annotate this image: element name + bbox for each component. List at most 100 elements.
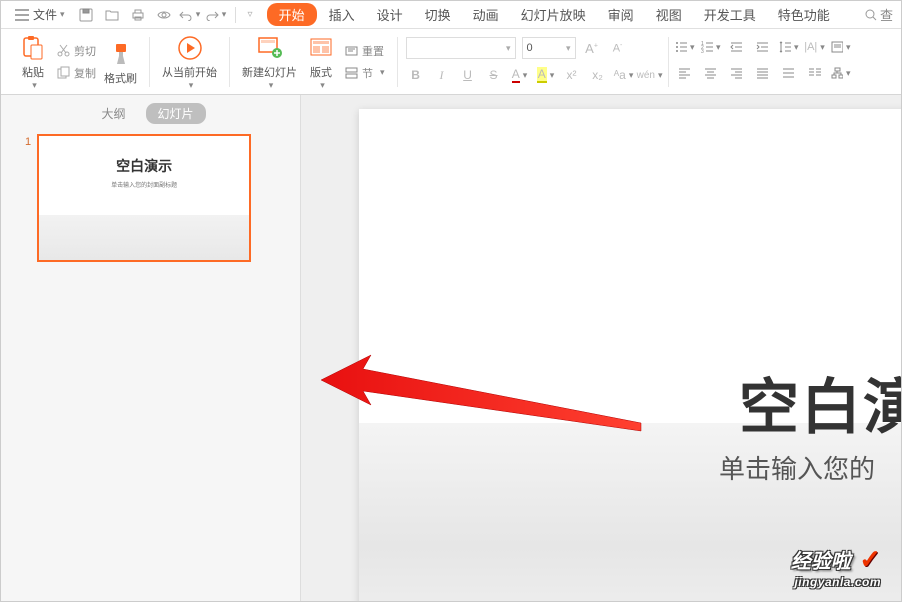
copy-button[interactable]: 复制 (53, 64, 100, 82)
subscript-button[interactable]: x₂ (588, 65, 608, 85)
font-group: ▾ 0▾ A+ A- B I U S A A x² x₂ ᴬa wén (400, 29, 666, 94)
align-text-button[interactable] (831, 37, 851, 57)
save-icon[interactable] (75, 4, 97, 26)
section-button[interactable]: 节 (341, 64, 389, 82)
from-current-button[interactable]: 从当前开始 (158, 32, 221, 91)
tab-features[interactable]: 特色功能 (768, 1, 840, 28)
align-left-icon (678, 67, 691, 79)
canvas[interactable]: 空白演 单击输入您的 经验啦 ✓ jingyanla.com (301, 95, 901, 601)
valign-icon (831, 41, 843, 53)
tab-review[interactable]: 审阅 (598, 1, 644, 28)
strike-button[interactable]: S (484, 65, 504, 85)
columns-button[interactable] (805, 63, 825, 83)
open-icon[interactable] (101, 4, 123, 26)
slide[interactable]: 空白演 单击输入您的 (359, 109, 901, 601)
divider (235, 7, 236, 23)
thumb-title: 空白演示 (116, 156, 172, 176)
undo-icon[interactable] (179, 4, 201, 26)
line-spacing-button[interactable] (779, 37, 799, 57)
italic-button[interactable]: I (432, 65, 452, 85)
slide-subtitle[interactable]: 单击输入您的 (719, 449, 875, 486)
align-left-button[interactable] (675, 63, 695, 83)
font-size-select[interactable]: 0▾ (522, 37, 576, 59)
tab-view[interactable]: 视图 (646, 1, 692, 28)
workspace: 大纲 幻灯片 1 空白演示 单击输入您的封面副标题 空白演 单击输入您的 (1, 95, 901, 601)
tab-transition[interactable]: 切换 (415, 1, 461, 28)
numbering-icon: 123 (701, 41, 713, 53)
search-area[interactable]: 查 (864, 5, 893, 24)
smartart-button[interactable] (831, 63, 851, 83)
distribute-icon (782, 67, 795, 79)
text-direction-button[interactable]: |A| (805, 37, 825, 57)
preview-icon[interactable] (153, 4, 175, 26)
tab-devtools[interactable]: 开发工具 (694, 1, 766, 28)
clipboard-group: 粘贴 剪切 复制 格式刷 (7, 29, 147, 94)
increase-indent-button[interactable] (753, 37, 773, 57)
pinyin-button[interactable]: wén (640, 65, 660, 85)
justify-button[interactable] (753, 63, 773, 83)
thumbnail-area: 1 空白演示 单击输入您的封面副标题 (1, 134, 300, 262)
tab-insert[interactable]: 插入 (319, 1, 365, 28)
decrease-font-button[interactable]: A- (608, 38, 628, 58)
slides-tab[interactable]: 幻灯片 (146, 103, 206, 124)
format-painter-button[interactable]: 格式刷 (100, 38, 141, 86)
copy-label: 复制 (74, 65, 96, 81)
thumb-subtitle: 单击输入您的封面副标题 (111, 180, 177, 189)
tab-design[interactable]: 设计 (367, 1, 413, 28)
decrease-indent-button[interactable] (727, 37, 747, 57)
svg-text:3: 3 (701, 49, 704, 53)
outline-tab[interactable]: 大纲 (95, 103, 131, 124)
new-slide-label: 新建幻灯片 (242, 64, 297, 80)
paste-button[interactable]: 粘贴 (13, 32, 53, 91)
scissors-icon (57, 44, 70, 57)
new-slide-button[interactable]: 新建幻灯片 (238, 32, 301, 91)
change-case-button[interactable]: ᴬa (614, 65, 634, 85)
highlight-button[interactable]: A (536, 65, 556, 85)
play-icon (176, 34, 204, 62)
print-icon[interactable] (127, 4, 149, 26)
tab-slideshow[interactable]: 幻灯片放映 (511, 1, 596, 28)
slide-title[interactable]: 空白演 (739, 359, 901, 446)
spacing-icon (779, 41, 791, 53)
slide-number: 1 (25, 134, 31, 262)
format-painter-label: 格式刷 (104, 70, 137, 86)
align-right-button[interactable] (727, 63, 747, 83)
check-icon: ✓ (859, 544, 881, 574)
distribute-button[interactable] (779, 63, 799, 83)
watermark-text: 经验啦 (791, 551, 851, 573)
file-label: 文件 (33, 6, 57, 23)
cut-label: 剪切 (74, 43, 96, 59)
reset-icon (345, 45, 358, 57)
slide-thumbnail[interactable]: 空白演示 单击输入您的封面副标题 (37, 134, 251, 262)
superscript-button[interactable]: x² (562, 65, 582, 85)
tab-bar: 开始 插入 设计 切换 动画 幻灯片放映 审阅 视图 开发工具 特色功能 (267, 1, 840, 28)
new-slide-icon (257, 36, 283, 60)
font-name-select[interactable]: ▾ (406, 37, 516, 59)
layout-button[interactable]: 版式 (301, 32, 341, 91)
bold-button[interactable]: B (406, 65, 426, 85)
tab-animation[interactable]: 动画 (463, 1, 509, 28)
reset-button[interactable]: 重置 (341, 42, 389, 60)
overflow-icon[interactable]: ▿ (248, 9, 253, 20)
file-menu[interactable]: 文件 ▾ (9, 6, 71, 23)
copy-icon (57, 66, 70, 79)
watermark: 经验啦 ✓ jingyanla.com (791, 544, 881, 589)
outdent-icon (730, 41, 743, 53)
cut-button[interactable]: 剪切 (53, 42, 100, 60)
search-icon (864, 8, 878, 22)
increase-font-button[interactable]: A+ (582, 38, 602, 58)
bullets-button[interactable] (675, 37, 695, 57)
underline-button[interactable]: U (458, 65, 478, 85)
slides-group: 新建幻灯片 版式 重置 节 (232, 29, 395, 94)
align-center-button[interactable] (701, 63, 721, 83)
search-label: 查 (880, 5, 893, 24)
thumb-band (39, 215, 249, 260)
paragraph-group: 123 |A| (671, 29, 855, 94)
font-size-value: 0 (527, 42, 533, 54)
tab-start[interactable]: 开始 (267, 3, 317, 26)
redo-icon[interactable] (205, 4, 227, 26)
smartart-icon (831, 67, 843, 79)
brush-icon (110, 42, 132, 66)
font-color-button[interactable]: A (510, 65, 530, 85)
numbering-button[interactable]: 123 (701, 37, 721, 57)
